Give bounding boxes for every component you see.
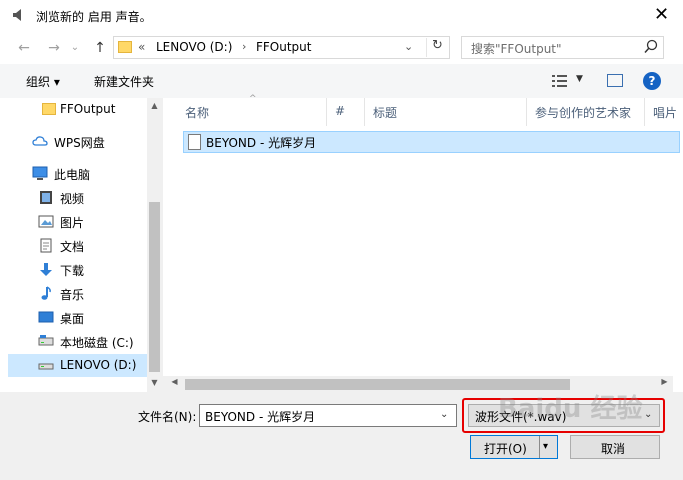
video-icon <box>40 191 52 204</box>
up-button[interactable]: ↑ <box>90 38 110 58</box>
sidebar-item-label: 图片 <box>60 216 85 230</box>
column-header-title[interactable]: 标题 <box>365 98 527 126</box>
scroll-down-arrow-icon[interactable]: ▼ <box>147 378 162 387</box>
column-header-number[interactable]: # <box>327 98 365 126</box>
address-bar[interactable]: « LENOVO (D:) › FFOutput ⌄ ↻ <box>113 36 450 59</box>
scroll-left-arrow-icon[interactable]: ◀ <box>167 377 182 386</box>
split-divider <box>539 436 540 458</box>
sidebar-item-label: WPS网盘 <box>54 136 105 150</box>
desktop-icon <box>38 311 54 323</box>
drive-icon <box>38 335 54 346</box>
drive-icon <box>38 363 54 370</box>
breadcrumb-drive[interactable]: LENOVO (D:) <box>156 40 232 54</box>
sidebar-item-label: 下载 <box>60 264 85 278</box>
sidebar-item-label: FFOutput <box>60 102 116 116</box>
refresh-button[interactable]: ↻ <box>426 38 448 57</box>
picture-icon <box>38 215 54 228</box>
search-placeholder: 搜索"FFOutput" <box>471 42 562 56</box>
navigation-pane: FFOutput WPS网盘 此电脑 视频 图片 文档 下载 音乐 桌面 本地磁… <box>0 98 162 392</box>
scrollbar-thumb[interactable] <box>149 202 160 372</box>
title-bar: 浏览新的 启用 声音。 ✕ <box>0 0 683 32</box>
sidebar-item-this-pc[interactable]: 此电脑 <box>8 162 148 185</box>
sidebar-item-label: 本地磁盘 (C:) <box>60 336 134 350</box>
sidebar-item-label: 桌面 <box>60 312 85 326</box>
open-button-label: 打开(O) <box>484 442 527 456</box>
window-title: 浏览新的 启用 声音。 <box>36 10 152 24</box>
help-button[interactable]: ? <box>643 72 661 90</box>
download-icon <box>40 263 52 276</box>
column-header-artist[interactable]: 参与创作的艺术家 <box>527 98 645 126</box>
file-row[interactable]: BEYOND - 光辉岁月 <box>183 131 680 153</box>
sidebar-item-label: LENOVO (D:) <box>60 358 137 372</box>
command-bar: 组织 ▾ 新建文件夹 ▼ ? <box>0 64 683 98</box>
file-dialog: 浏览新的 启用 声音。 ✕ ← → ⌄ ↑ « LENOVO (D:) › FF… <box>0 0 683 480</box>
sidebar-item-documents[interactable]: 文档 <box>8 234 148 257</box>
sidebar-item-wps[interactable]: WPS网盘 <box>8 130 148 153</box>
search-box[interactable]: 搜索"FFOutput" <box>461 36 664 59</box>
forward-button[interactable]: → <box>44 38 64 58</box>
new-folder-button[interactable]: 新建文件夹 <box>94 73 154 90</box>
open-button[interactable]: 打开(O) ▾ <box>470 435 558 459</box>
search-icon[interactable] <box>643 39 659 55</box>
scroll-right-arrow-icon[interactable]: ▶ <box>657 377 672 386</box>
back-button[interactable]: ← <box>14 38 34 58</box>
sidebar-item-label: 文档 <box>60 240 85 254</box>
sidebar-item-videos[interactable]: 视频 <box>8 186 148 209</box>
sidebar-item-ffoutput[interactable]: FFOutput <box>8 98 148 121</box>
sidebar-item-pictures[interactable]: 图片 <box>8 210 148 233</box>
file-icon <box>188 134 201 150</box>
filename-field[interactable]: BEYOND - 光辉岁月 ⌄ <box>199 404 457 427</box>
sidebar-item-desktop[interactable]: 桌面 <box>8 306 148 329</box>
navigation-bar: ← → ⌄ ↑ « LENOVO (D:) › FFOutput ⌄ ↻ 搜索"… <box>0 32 683 64</box>
folder-icon <box>42 103 56 115</box>
sidebar-scrollbar[interactable]: ▲ ▼ <box>147 98 162 392</box>
speaker-icon <box>13 9 21 21</box>
column-label: 标题 <box>373 106 398 120</box>
breadcrumb-folder[interactable]: FFOutput <box>256 40 312 54</box>
music-icon <box>41 286 51 300</box>
sidebar-item-label: 视频 <box>60 192 85 206</box>
sidebar-item-downloads[interactable]: 下载 <box>8 258 148 281</box>
recent-locations-button[interactable]: ⌄ <box>68 38 82 58</box>
cloud-icon <box>32 136 48 146</box>
column-header-name[interactable]: 名称 <box>177 98 327 126</box>
document-icon <box>40 238 52 253</box>
computer-icon <box>32 166 48 180</box>
file-name: BEYOND - 光辉岁月 <box>206 136 317 150</box>
address-dropdown-icon[interactable]: ⌄ <box>404 40 413 53</box>
filename-label: 文件名(N): <box>138 410 197 424</box>
filename-value[interactable]: BEYOND - 光辉岁月 <box>205 408 315 425</box>
organize-button[interactable]: 组织 ▾ <box>26 73 60 90</box>
column-label: 参与创作的艺术家 <box>535 106 632 120</box>
sidebar-item-label: 此电脑 <box>54 168 91 182</box>
close-button[interactable]: ✕ <box>640 0 683 32</box>
folder-icon <box>118 41 132 53</box>
column-label: # <box>335 104 346 118</box>
filename-dropdown-icon[interactable]: ⌄ <box>440 409 448 420</box>
sidebar-item-drive-c[interactable]: 本地磁盘 (C:) <box>8 330 148 353</box>
watermark: Baidu 经验 <box>498 394 643 424</box>
breadcrumb-overflow[interactable]: « <box>138 40 145 54</box>
sidebar-item-label: 音乐 <box>60 288 85 302</box>
preview-pane-icon[interactable] <box>607 74 623 87</box>
open-dropdown-icon[interactable]: ▾ <box>543 441 548 452</box>
column-label: 唱片 <box>653 106 678 120</box>
cancel-button[interactable]: 取消 <box>570 435 660 459</box>
cancel-button-label: 取消 <box>601 442 626 456</box>
view-options-icon[interactable] <box>552 74 568 88</box>
column-header-album[interactable]: 唱片 <box>645 98 683 126</box>
file-list: ^ 名称 # 标题 参与创作的艺术家 唱片 BEYOND - 光辉岁月 <box>163 94 683 392</box>
sidebar-item-music[interactable]: 音乐 <box>8 282 148 305</box>
view-dropdown-icon[interactable]: ▼ <box>576 74 583 84</box>
column-label: 名称 <box>185 106 210 120</box>
scroll-up-arrow-icon[interactable]: ▲ <box>147 101 162 110</box>
breadcrumb-chevron-icon[interactable]: › <box>242 40 246 53</box>
sidebar-item-drive-d[interactable]: LENOVO (D:) <box>8 354 148 377</box>
